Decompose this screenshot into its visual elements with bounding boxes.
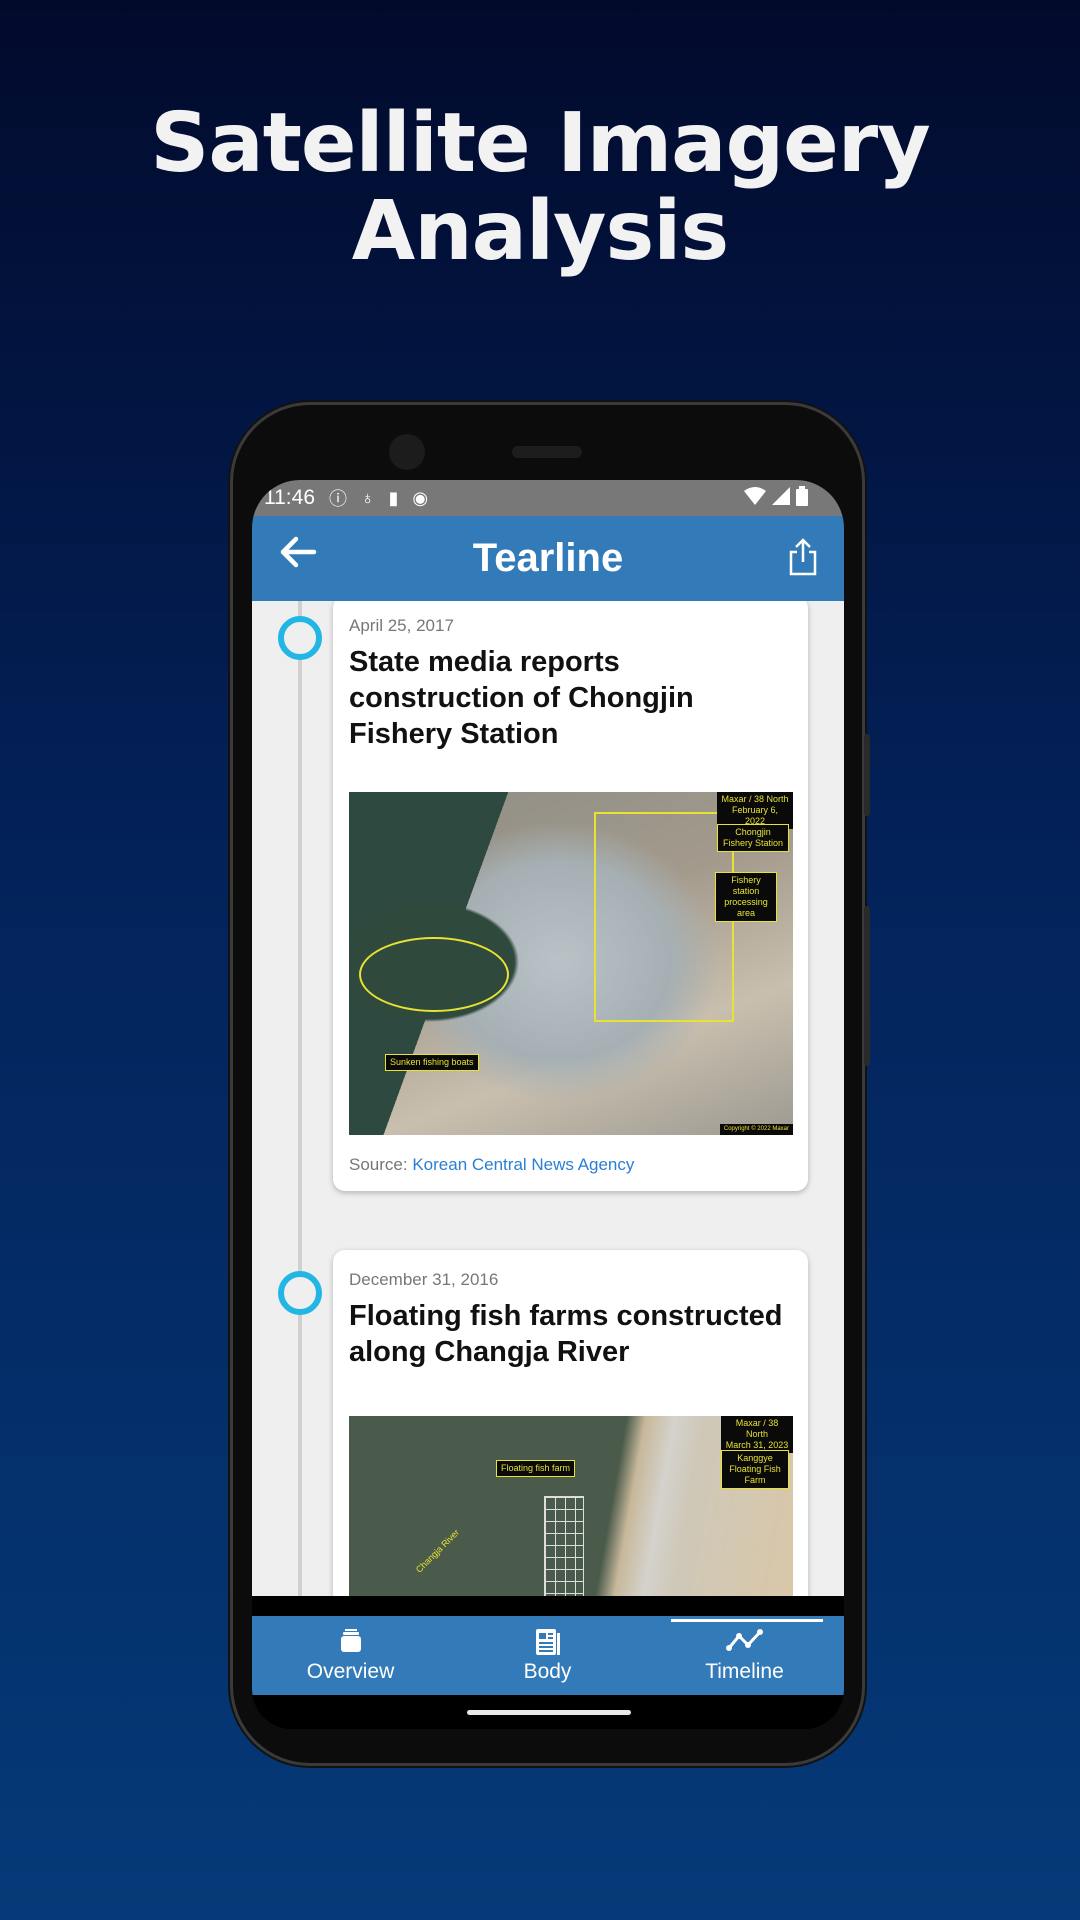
image-label-farm: Floating fish farm bbox=[496, 1460, 576, 1477]
fish-farm-grid bbox=[544, 1496, 584, 1596]
headline-line2: Analysis bbox=[351, 184, 729, 279]
card-title: State media reports construction of Chon… bbox=[349, 646, 694, 750]
info-icon: ⓘ bbox=[329, 489, 347, 509]
cards-icon bbox=[252, 1628, 449, 1658]
wifi-icon bbox=[744, 487, 766, 505]
timeline-dot bbox=[278, 1271, 322, 1315]
timeline-card[interactable]: December 31, 2016 Floating fish farms co… bbox=[333, 1250, 808, 1596]
tab-overview[interactable]: Overview bbox=[252, 1616, 449, 1695]
satellite-image[interactable]: Maxar / 38 North February 6, 2022 Chongji… bbox=[349, 792, 793, 1135]
power-button bbox=[864, 734, 870, 816]
front-camera bbox=[389, 434, 425, 470]
tab-label: Body bbox=[523, 1660, 572, 1683]
image-label-name: Chongjin Fishery Station bbox=[717, 824, 789, 852]
image-credit: Maxar / 38 North March 31, 2023 bbox=[721, 1416, 793, 1453]
volume-button bbox=[864, 906, 870, 1066]
bottom-nav: Overview Body Timeline bbox=[252, 1616, 844, 1695]
annotation-outline bbox=[594, 812, 734, 1022]
satellite-image[interactable]: Maxar / 38 North March 31, 2023 Kanggye F… bbox=[349, 1416, 793, 1596]
tab-label: Overview bbox=[306, 1660, 395, 1683]
annotation-ellipse bbox=[359, 937, 509, 1012]
image-copyright: Copyright © 2022 Maxar bbox=[719, 1124, 793, 1135]
home-handle[interactable] bbox=[467, 1710, 631, 1715]
earpiece-speaker bbox=[512, 446, 582, 458]
card-date: April 25, 2017 bbox=[349, 616, 454, 635]
timeline-line bbox=[298, 601, 302, 1596]
source-link[interactable]: Korean Central News Agency bbox=[412, 1155, 634, 1174]
headline: Satellite Imagery Analysis bbox=[0, 100, 1080, 276]
gesture-bar bbox=[252, 1695, 844, 1729]
image-label-name: Kanggye Floating Fish Farm bbox=[721, 1450, 789, 1489]
tab-label: Timeline bbox=[705, 1660, 784, 1683]
timeline-icon bbox=[646, 1628, 843, 1658]
phone-screen: 11:46 ⓘ ♁ ▮ ◉ Tearline April 25, 2017 St… bbox=[252, 480, 844, 1729]
timeline-dot bbox=[278, 616, 322, 660]
share-icon[interactable] bbox=[788, 538, 818, 581]
app-title: Tearline bbox=[472, 536, 624, 580]
app-bar: Tearline bbox=[252, 516, 844, 601]
image-label-area: Fishery station processing area bbox=[715, 872, 777, 922]
source-label: Source: bbox=[349, 1155, 408, 1174]
card-date: December 31, 2016 bbox=[349, 1270, 499, 1289]
status-bar: 11:46 ⓘ ♁ ▮ ◉ bbox=[252, 480, 844, 516]
app-notification-icon: ◉ bbox=[412, 487, 429, 508]
newspaper-icon bbox=[449, 1628, 646, 1658]
notification-icon: ♁ bbox=[361, 487, 375, 508]
timeline-list[interactable]: April 25, 2017 State media reports const… bbox=[252, 601, 844, 1596]
signal-icon bbox=[772, 487, 790, 505]
headline-line1: Satellite Imagery bbox=[150, 96, 930, 191]
tab-timeline[interactable]: Timeline bbox=[646, 1616, 843, 1695]
status-time: 11:46 bbox=[264, 486, 315, 509]
image-label-boats: Sunken fishing boats bbox=[385, 1054, 479, 1071]
card-source: Source: Korean Central News Agency bbox=[349, 1135, 792, 1191]
timeline-card[interactable]: April 25, 2017 State media reports const… bbox=[333, 601, 808, 1191]
sd-card-icon: ▮ bbox=[388, 487, 399, 508]
image-label-river: Changja River bbox=[413, 1527, 462, 1575]
card-title: Floating fish farms constructed along Ch… bbox=[349, 1300, 783, 1368]
tab-body[interactable]: Body bbox=[449, 1616, 646, 1695]
battery-icon bbox=[796, 486, 808, 506]
